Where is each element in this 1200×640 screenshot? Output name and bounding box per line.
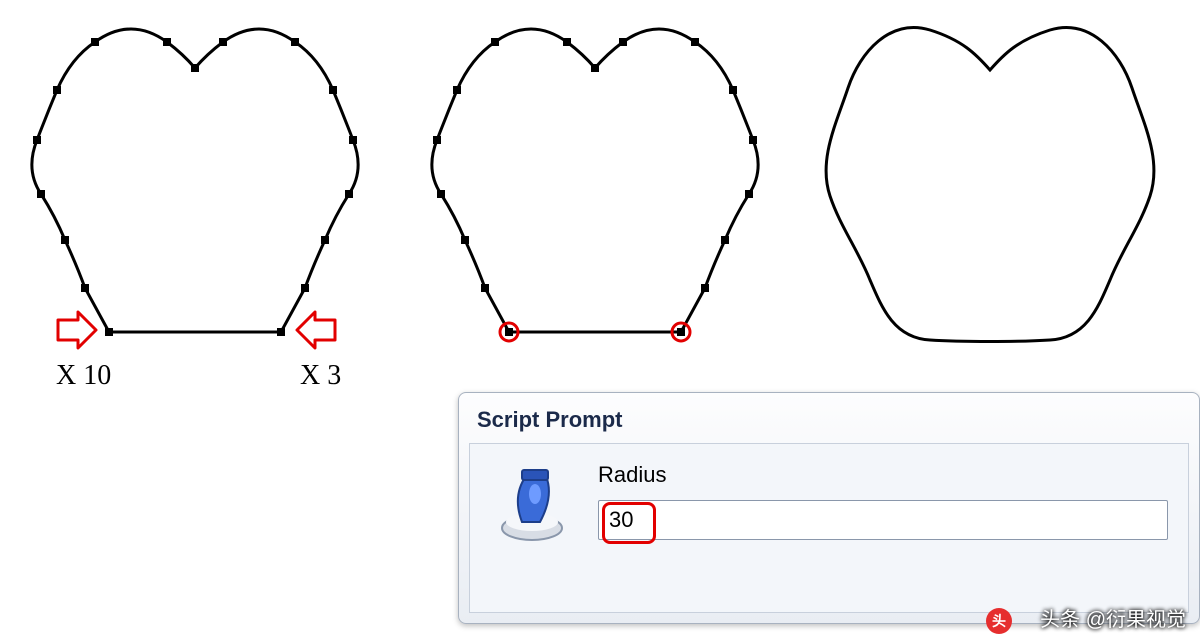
vector-shape-2 <box>432 29 758 341</box>
arrow-left-icon <box>297 312 335 348</box>
arrow-right-icon <box>58 312 96 348</box>
script-prompt-dialog: Script Prompt Radius <box>458 392 1200 624</box>
dialog-body: Radius <box>469 443 1189 613</box>
vector-shape-3 <box>826 28 1154 342</box>
script-paint-icon <box>492 466 572 546</box>
watermark-text: 头条 @衍果视觉 <box>1040 603 1186 632</box>
dialog-title: Script Prompt <box>477 407 622 433</box>
annotation-x10: X 10 <box>56 360 111 392</box>
annotation-x3: X 3 <box>300 360 341 392</box>
toutiao-logo-icon: 头 <box>986 608 1012 634</box>
radius-label: Radius <box>598 462 666 488</box>
radius-input[interactable] <box>598 500 1168 540</box>
vector-shape-1 <box>32 29 358 336</box>
